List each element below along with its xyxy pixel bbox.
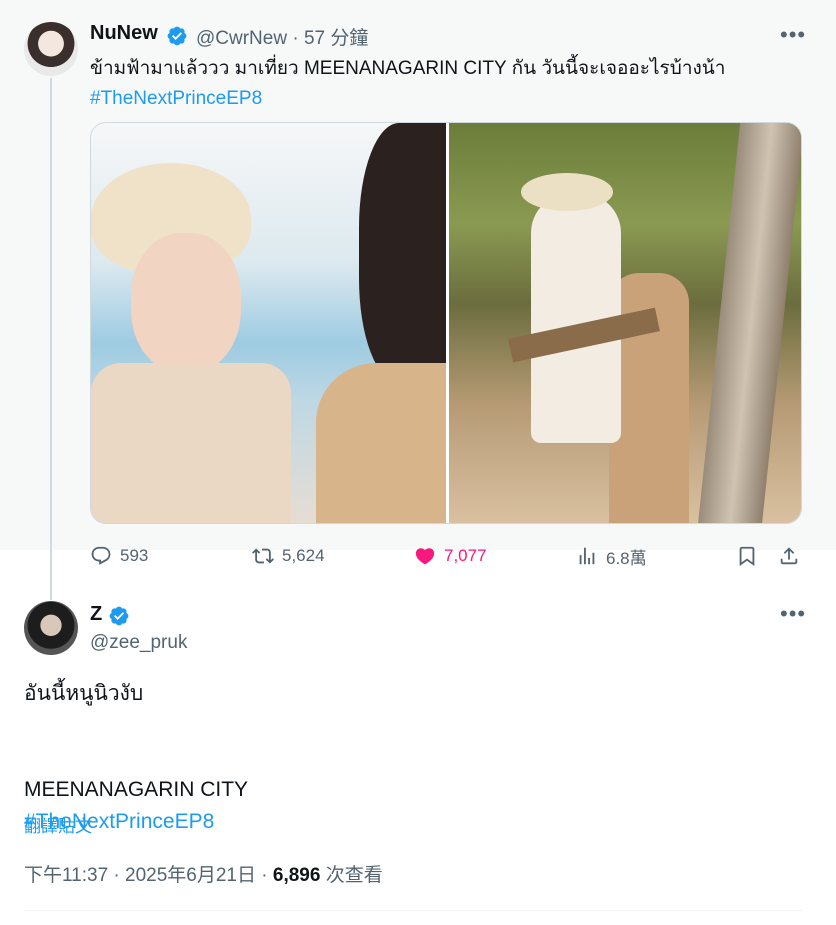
post-time[interactable]: 57 分鐘 [304,28,368,49]
share-icon [780,547,798,565]
tweet-text: ข้ามฟ้ามาแล้ววว มาเที่ยว MEENANAGARIN CI… [90,54,810,114]
bookmark-icon [739,546,755,567]
author-name[interactable]: Z [90,603,102,626]
hashtag-link[interactable]: #TheNextPrinceEP8 [24,806,804,838]
verified-badge-icon [109,606,129,626]
tree-trunk-shape [697,123,801,523]
separator: · [292,28,299,49]
retweet-button[interactable]: 5,624 [252,540,325,572]
media-grid [90,122,802,524]
body-shape [316,363,456,523]
heart-icon [415,548,435,565]
head-shape [359,123,459,383]
translate-post-link[interactable]: 翻譯貼文 [24,812,92,837]
tweet-text-line: อันนี้หนูนิวงับ [24,682,144,705]
view-label: 次查看 [325,865,383,886]
reply-icon [91,546,111,565]
avatar[interactable] [24,601,78,655]
tweet-text-line [24,710,804,742]
more-icon[interactable]: ••• [780,601,806,627]
views-icon [579,547,595,565]
hashtag-link[interactable]: #TheNextPrinceEP8 [90,84,810,114]
tweet-text: อันนี้หนูนิวงับ MEENANAGARIN CITY #TheNe… [24,678,804,838]
timestamp[interactable]: 下午11:37 · 2025年6月21日 · [24,865,268,886]
post-meta: 下午11:37 · 2025年6月21日 · 6,896 次查看 [24,860,383,887]
bookmark-button[interactable] [736,540,766,572]
quoted-meta: @CwrNew · 57 分鐘 [196,23,368,50]
avatar[interactable] [24,22,78,76]
quoted-tweet[interactable]: NuNew @CwrNew · 57 分鐘 ••• ข้ามฟ้ามาแล้วว… [0,0,836,600]
more-icon[interactable]: ••• [780,22,806,48]
hat-shape [521,173,613,211]
share-button[interactable] [778,540,808,572]
like-button[interactable]: 7,077 [414,540,487,572]
reply-count: 593 [120,546,149,565]
views-count: 6.8萬 [606,548,647,568]
author-handle[interactable]: @CwrNew [196,28,287,49]
thread-line [50,78,52,600]
view-count: 6,896 [272,865,321,886]
face-shape [131,233,241,373]
photo-1[interactable] [91,123,459,523]
author-handle[interactable]: @zee_pruk [90,632,187,654]
tweet-text-line: ข้ามฟ้ามาแล้ววว มาเที่ยว MEENANAGARIN CI… [90,58,726,79]
action-bar: 593 5,624 7,077 6.8萬 [90,540,810,572]
retweet-icon [252,548,274,564]
shirt-shape [91,363,291,523]
reply-button[interactable]: 593 [90,540,148,572]
author-name[interactable]: NuNew [90,22,158,45]
divider [24,910,802,911]
tweet-text-line: MEENANAGARIN CITY [24,778,249,801]
photo-2[interactable] [449,123,801,523]
views-button[interactable]: 6.8萬 [576,540,647,572]
verified-badge-icon [167,26,187,46]
like-count: 7,077 [444,546,487,565]
retweet-count: 5,624 [282,546,325,565]
